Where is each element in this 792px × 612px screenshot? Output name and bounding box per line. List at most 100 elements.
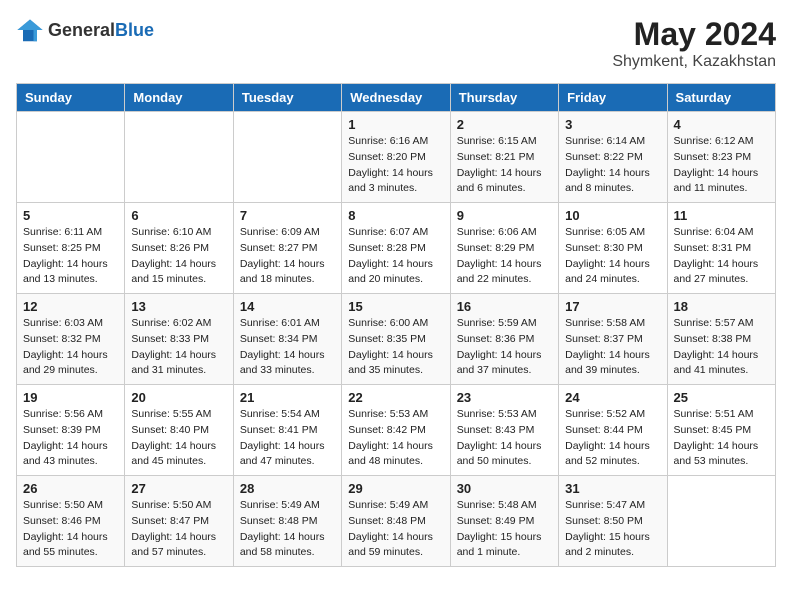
calendar-cell: 9Sunrise: 6:06 AMSunset: 8:29 PMDaylight…	[450, 203, 558, 294]
cell-info: Sunrise: 6:10 AMSunset: 8:26 PMDaylight:…	[131, 225, 226, 288]
calendar-cell: 4 Sunrise: 6:12 AMSunset: 8:23 PMDaylight…	[667, 112, 775, 203]
cell-info: Sunrise: 5:57 AMSunset: 8:38 PMDaylight:…	[674, 316, 769, 379]
cell-info: Sunrise: 5:50 AMSunset: 8:47 PMDaylight:…	[131, 498, 226, 561]
calendar-cell: 3 Sunrise: 6:14 AMSunset: 8:22 PMDaylight…	[559, 112, 667, 203]
day-number: 3	[565, 117, 660, 132]
day-number: 17	[565, 299, 660, 314]
cell-info: Sunrise: 5:58 AMSunset: 8:37 PMDaylight:…	[565, 316, 660, 379]
day-number: 10	[565, 208, 660, 223]
day-header-friday: Friday	[559, 84, 667, 112]
day-number: 11	[674, 208, 769, 223]
week-row-3: 12Sunrise: 6:03 AMSunset: 8:32 PMDayligh…	[17, 294, 776, 385]
day-number: 31	[565, 481, 660, 496]
cell-info: Sunrise: 5:55 AMSunset: 8:40 PMDaylight:…	[131, 407, 226, 470]
day-number: 18	[674, 299, 769, 314]
calendar-cell: 7Sunrise: 6:09 AMSunset: 8:27 PMDaylight…	[233, 203, 341, 294]
day-number: 16	[457, 299, 552, 314]
cell-info: Sunrise: 5:59 AMSunset: 8:36 PMDaylight:…	[457, 316, 552, 379]
day-number: 15	[348, 299, 443, 314]
cell-info: Sunrise: 6:09 AMSunset: 8:27 PMDaylight:…	[240, 225, 335, 288]
cell-info: Sunrise: 5:53 AMSunset: 8:42 PMDaylight:…	[348, 407, 443, 470]
calendar-cell: 1 Sunrise: 6:16 AMSunset: 8:20 PMDaylight…	[342, 112, 450, 203]
day-number: 21	[240, 390, 335, 405]
cell-info: Sunrise: 6:02 AMSunset: 8:33 PMDaylight:…	[131, 316, 226, 379]
calendar-cell: 20 Sunrise: 5:55 AMSunset: 8:40 PMDayligh…	[125, 385, 233, 476]
calendar-cell: 8 Sunrise: 6:07 AMSunset: 8:28 PMDaylight…	[342, 203, 450, 294]
day-number: 5	[23, 208, 118, 223]
cell-info: Sunrise: 5:54 AMSunset: 8:41 PMDaylight:…	[240, 407, 335, 470]
calendar-cell: 22Sunrise: 5:53 AMSunset: 8:42 PMDayligh…	[342, 385, 450, 476]
calendar-cell: 26 Sunrise: 5:50 AMSunset: 8:46 PMDayligh…	[17, 476, 125, 567]
week-row-2: 5 Sunrise: 6:11 AMSunset: 8:25 PMDaylight…	[17, 203, 776, 294]
cell-info: Sunrise: 6:00 AMSunset: 8:35 PMDaylight:…	[348, 316, 443, 379]
day-number: 6	[131, 208, 226, 223]
calendar-cell: 2 Sunrise: 6:15 AMSunset: 8:21 PMDaylight…	[450, 112, 558, 203]
day-header-tuesday: Tuesday	[233, 84, 341, 112]
calendar-cell: 21 Sunrise: 5:54 AMSunset: 8:41 PMDayligh…	[233, 385, 341, 476]
cell-info: Sunrise: 5:52 AMSunset: 8:44 PMDaylight:…	[565, 407, 660, 470]
day-number: 14	[240, 299, 335, 314]
logo-blue: Blue	[115, 20, 154, 40]
calendar-cell	[17, 112, 125, 203]
cell-info: Sunrise: 5:50 AMSunset: 8:46 PMDaylight:…	[23, 498, 118, 561]
cell-info: Sunrise: 5:53 AMSunset: 8:43 PMDaylight:…	[457, 407, 552, 470]
calendar-cell	[233, 112, 341, 203]
cell-info: Sunrise: 6:04 AMSunset: 8:31 PMDaylight:…	[674, 225, 769, 288]
day-number: 30	[457, 481, 552, 496]
cell-info: Sunrise: 6:16 AMSunset: 8:20 PMDaylight:…	[348, 134, 443, 197]
calendar-cell: 18 Sunrise: 5:57 AMSunset: 8:38 PMDayligh…	[667, 294, 775, 385]
calendar-cell: 30 Sunrise: 5:48 AMSunset: 8:49 PMDayligh…	[450, 476, 558, 567]
week-row-4: 19 Sunrise: 5:56 AMSunset: 8:39 PMDayligh…	[17, 385, 776, 476]
logo-general: General	[48, 20, 115, 40]
calendar-cell: 13 Sunrise: 6:02 AMSunset: 8:33 PMDayligh…	[125, 294, 233, 385]
day-header-sunday: Sunday	[17, 84, 125, 112]
day-number: 29	[348, 481, 443, 496]
day-number: 24	[565, 390, 660, 405]
day-number: 28	[240, 481, 335, 496]
calendar-cell: 6 Sunrise: 6:10 AMSunset: 8:26 PMDaylight…	[125, 203, 233, 294]
cell-info: Sunrise: 6:11 AMSunset: 8:25 PMDaylight:…	[23, 225, 118, 288]
day-number: 8	[348, 208, 443, 223]
day-header-monday: Monday	[125, 84, 233, 112]
day-number: 25	[674, 390, 769, 405]
calendar-cell: 15 Sunrise: 6:00 AMSunset: 8:35 PMDayligh…	[342, 294, 450, 385]
days-header-row: SundayMondayTuesdayWednesdayThursdayFrid…	[17, 84, 776, 112]
day-number: 4	[674, 117, 769, 132]
calendar-cell: 25Sunrise: 5:51 AMSunset: 8:45 PMDayligh…	[667, 385, 775, 476]
calendar-cell: 5 Sunrise: 6:11 AMSunset: 8:25 PMDaylight…	[17, 203, 125, 294]
cell-info: Sunrise: 5:49 AMSunset: 8:48 PMDaylight:…	[240, 498, 335, 561]
cell-info: Sunrise: 6:07 AMSunset: 8:28 PMDaylight:…	[348, 225, 443, 288]
calendar-cell: 11 Sunrise: 6:04 AMSunset: 8:31 PMDayligh…	[667, 203, 775, 294]
day-number: 26	[23, 481, 118, 496]
calendar-cell: 24 Sunrise: 5:52 AMSunset: 8:44 PMDayligh…	[559, 385, 667, 476]
cell-info: Sunrise: 5:47 AMSunset: 8:50 PMDaylight:…	[565, 498, 660, 561]
day-header-wednesday: Wednesday	[342, 84, 450, 112]
title-block: May 2024 Shymkent, Kazakhstan	[612, 16, 776, 71]
cell-info: Sunrise: 6:05 AMSunset: 8:30 PMDaylight:…	[565, 225, 660, 288]
month-year: May 2024	[612, 16, 776, 53]
logo: GeneralBlue	[16, 16, 154, 44]
calendar-cell: 31 Sunrise: 5:47 AMSunset: 8:50 PMDayligh…	[559, 476, 667, 567]
cell-info: Sunrise: 6:15 AMSunset: 8:21 PMDaylight:…	[457, 134, 552, 197]
day-number: 12	[23, 299, 118, 314]
day-number: 1	[348, 117, 443, 132]
day-number: 9	[457, 208, 552, 223]
day-number: 27	[131, 481, 226, 496]
day-number: 23	[457, 390, 552, 405]
calendar-cell: 28 Sunrise: 5:49 AMSunset: 8:48 PMDayligh…	[233, 476, 341, 567]
cell-info: Sunrise: 6:14 AMSunset: 8:22 PMDaylight:…	[565, 134, 660, 197]
cell-info: Sunrise: 6:12 AMSunset: 8:23 PMDaylight:…	[674, 134, 769, 197]
cell-info: Sunrise: 5:48 AMSunset: 8:49 PMDaylight:…	[457, 498, 552, 561]
day-number: 19	[23, 390, 118, 405]
day-header-thursday: Thursday	[450, 84, 558, 112]
week-row-5: 26 Sunrise: 5:50 AMSunset: 8:46 PMDayligh…	[17, 476, 776, 567]
calendar-cell	[125, 112, 233, 203]
day-number: 2	[457, 117, 552, 132]
day-number: 20	[131, 390, 226, 405]
calendar-cell	[667, 476, 775, 567]
calendar-cell: 10 Sunrise: 6:05 AMSunset: 8:30 PMDayligh…	[559, 203, 667, 294]
calendar-cell: 19 Sunrise: 5:56 AMSunset: 8:39 PMDayligh…	[17, 385, 125, 476]
day-number: 13	[131, 299, 226, 314]
page-header: GeneralBlue May 2024 Shymkent, Kazakhsta…	[16, 16, 776, 71]
cell-info: Sunrise: 5:56 AMSunset: 8:39 PMDaylight:…	[23, 407, 118, 470]
